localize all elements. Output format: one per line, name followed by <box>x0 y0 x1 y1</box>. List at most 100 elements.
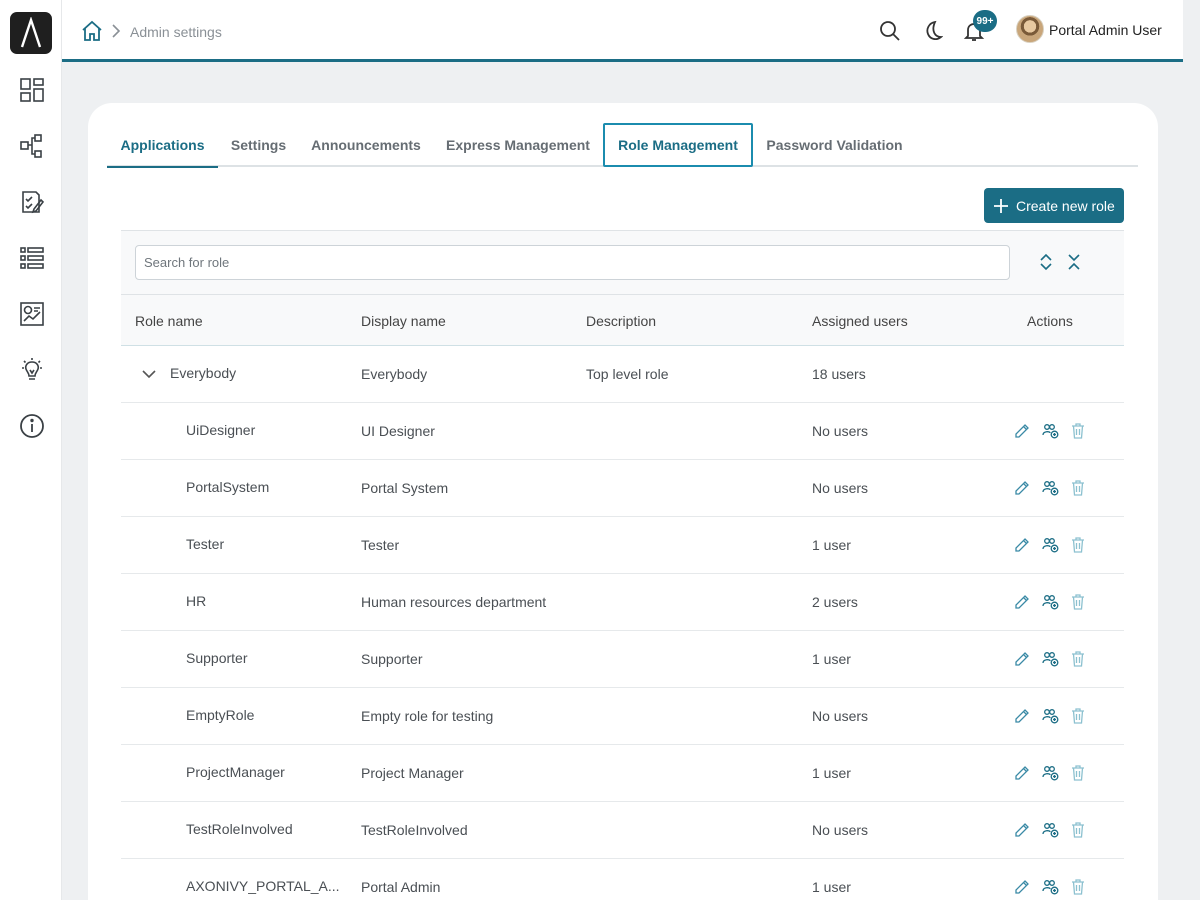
delete-icon[interactable] <box>1069 422 1087 440</box>
edit-icon[interactable] <box>1013 593 1031 611</box>
delete-icon[interactable] <box>1069 650 1087 668</box>
table-row[interactable]: UiDesigner UI Designer No users <box>121 403 1124 460</box>
delete-icon[interactable] <box>1069 707 1087 725</box>
edit-icon[interactable] <box>1013 821 1031 839</box>
table-toolbar <box>121 231 1124 295</box>
tab-role-management[interactable]: Role Management <box>603 123 753 167</box>
statistics-icon[interactable] <box>18 300 46 328</box>
assign-users-icon[interactable] <box>1041 422 1059 440</box>
table-header: Role name Display name Description Assig… <box>121 295 1124 346</box>
tab-express-management[interactable]: Express Management <box>433 123 603 167</box>
assigned-users: No users <box>812 480 869 496</box>
display-name: UI Designer <box>361 423 435 439</box>
app-logo[interactable] <box>10 12 52 54</box>
description: Top level role <box>586 366 669 382</box>
assign-users-icon[interactable] <box>1041 878 1059 896</box>
role-name: PortalSystem <box>186 479 270 495</box>
display-name: Portal System <box>361 480 449 496</box>
assign-users-icon[interactable] <box>1041 536 1059 554</box>
assigned-users: 1 user <box>812 651 851 667</box>
delete-icon[interactable] <box>1069 821 1087 839</box>
delete-icon[interactable] <box>1069 479 1087 497</box>
assign-users-icon[interactable] <box>1041 650 1059 668</box>
edit-icon[interactable] <box>1013 536 1031 554</box>
assigned-users: 1 user <box>812 879 851 895</box>
table-row[interactable]: EmptyRole Empty role for testing No user… <box>121 688 1124 745</box>
assigned-users: 1 user <box>812 765 851 781</box>
assigned-users: No users <box>812 708 869 724</box>
delete-icon[interactable] <box>1069 878 1087 896</box>
delete-icon[interactable] <box>1069 593 1087 611</box>
assigned-users: 2 users <box>812 594 858 610</box>
header-actions: Actions <box>1027 313 1073 329</box>
edit-icon[interactable] <box>1013 707 1031 725</box>
header-display-name[interactable]: Display name <box>361 313 446 329</box>
list-icon[interactable] <box>18 244 46 272</box>
role-name: ProjectManager <box>186 764 285 780</box>
task-icon[interactable] <box>18 188 46 216</box>
table-row[interactable]: PortalSystem Portal System No users <box>121 460 1124 517</box>
display-name: Empty role for testing <box>361 708 494 724</box>
display-name: Tester <box>361 537 400 553</box>
table-row[interactable]: Supporter Supporter 1 user <box>121 631 1124 688</box>
table-row[interactable]: ProjectManager Project Manager 1 user <box>121 745 1124 802</box>
delete-icon[interactable] <box>1069 536 1087 554</box>
home-icon[interactable] <box>81 20 103 42</box>
assign-users-icon[interactable] <box>1041 479 1059 497</box>
edit-icon[interactable] <box>1013 479 1031 497</box>
search-input[interactable] <box>135 245 1010 280</box>
edit-icon[interactable] <box>1013 422 1031 440</box>
display-name: Everybody <box>361 366 428 382</box>
tab-settings[interactable]: Settings <box>218 123 299 167</box>
edit-icon[interactable] <box>1013 878 1031 896</box>
top-header: Admin settings 99+ Portal Admin User <box>62 0 1183 62</box>
header-assigned-users[interactable]: Assigned users <box>812 313 908 329</box>
header-description[interactable]: Description <box>586 313 656 329</box>
assign-users-icon[interactable] <box>1041 593 1059 611</box>
table-row[interactable]: Tester Tester 1 user <box>121 517 1124 574</box>
assign-users-icon[interactable] <box>1041 764 1059 782</box>
assign-users-icon[interactable] <box>1041 821 1059 839</box>
role-table: Role name Display name Description Assig… <box>121 230 1124 900</box>
idea-icon[interactable] <box>18 356 46 384</box>
search-icon[interactable] <box>878 19 902 43</box>
header-role-name[interactable]: Role name <box>135 313 203 329</box>
table-row[interactable]: TestRoleInvolved TestRoleInvolved No use… <box>121 802 1124 859</box>
table-row[interactable]: HR Human resources department 2 users <box>121 574 1124 631</box>
dark-mode-icon[interactable] <box>920 19 944 43</box>
info-icon[interactable] <box>18 412 46 440</box>
display-name: Project Manager <box>361 765 464 781</box>
tab-announcements[interactable]: Announcements <box>299 123 433 167</box>
display-name: Portal Admin <box>361 879 441 895</box>
role-name: TestRoleInvolved <box>186 821 293 837</box>
avatar[interactable] <box>1016 15 1044 43</box>
assign-users-icon[interactable] <box>1041 707 1059 725</box>
expand-all-icon[interactable] <box>1036 251 1056 273</box>
role-name: HR <box>186 593 207 609</box>
notification-badge: 99+ <box>973 10 997 32</box>
process-icon[interactable] <box>18 132 46 160</box>
role-name: Everybody <box>170 365 237 381</box>
table-body: Everybody Everybody Top level role 18 us… <box>121 346 1124 900</box>
tab-applications[interactable]: Applications <box>107 123 218 168</box>
admin-settings-card: Applications Settings Announcements Expr… <box>88 103 1158 900</box>
create-new-role-label: Create new role <box>1016 197 1115 214</box>
chevron-right-icon <box>110 23 122 39</box>
edit-icon[interactable] <box>1013 650 1031 668</box>
table-row[interactable]: AXONIVY_PORTAL_A... Portal Admin 1 user <box>121 859 1124 900</box>
dashboard-icon[interactable] <box>18 76 46 104</box>
chevron-down-icon[interactable] <box>141 366 157 382</box>
tab-bar: Applications Settings Announcements Expr… <box>107 123 1138 168</box>
user-name[interactable]: Portal Admin User <box>1049 22 1162 38</box>
role-name: UiDesigner <box>186 422 256 438</box>
role-name: Tester <box>186 536 225 552</box>
delete-icon[interactable] <box>1069 764 1087 782</box>
assigned-users: 18 users <box>812 366 866 382</box>
display-name: Human resources department <box>361 594 547 610</box>
edit-icon[interactable] <box>1013 764 1031 782</box>
tab-password-validation[interactable]: Password Validation <box>753 123 916 167</box>
table-row[interactable]: Everybody Everybody Top level role 18 us… <box>121 346 1124 403</box>
create-new-role-button[interactable]: Create new role <box>984 188 1124 223</box>
collapse-all-icon[interactable] <box>1064 251 1084 273</box>
display-name: Supporter <box>361 651 423 667</box>
